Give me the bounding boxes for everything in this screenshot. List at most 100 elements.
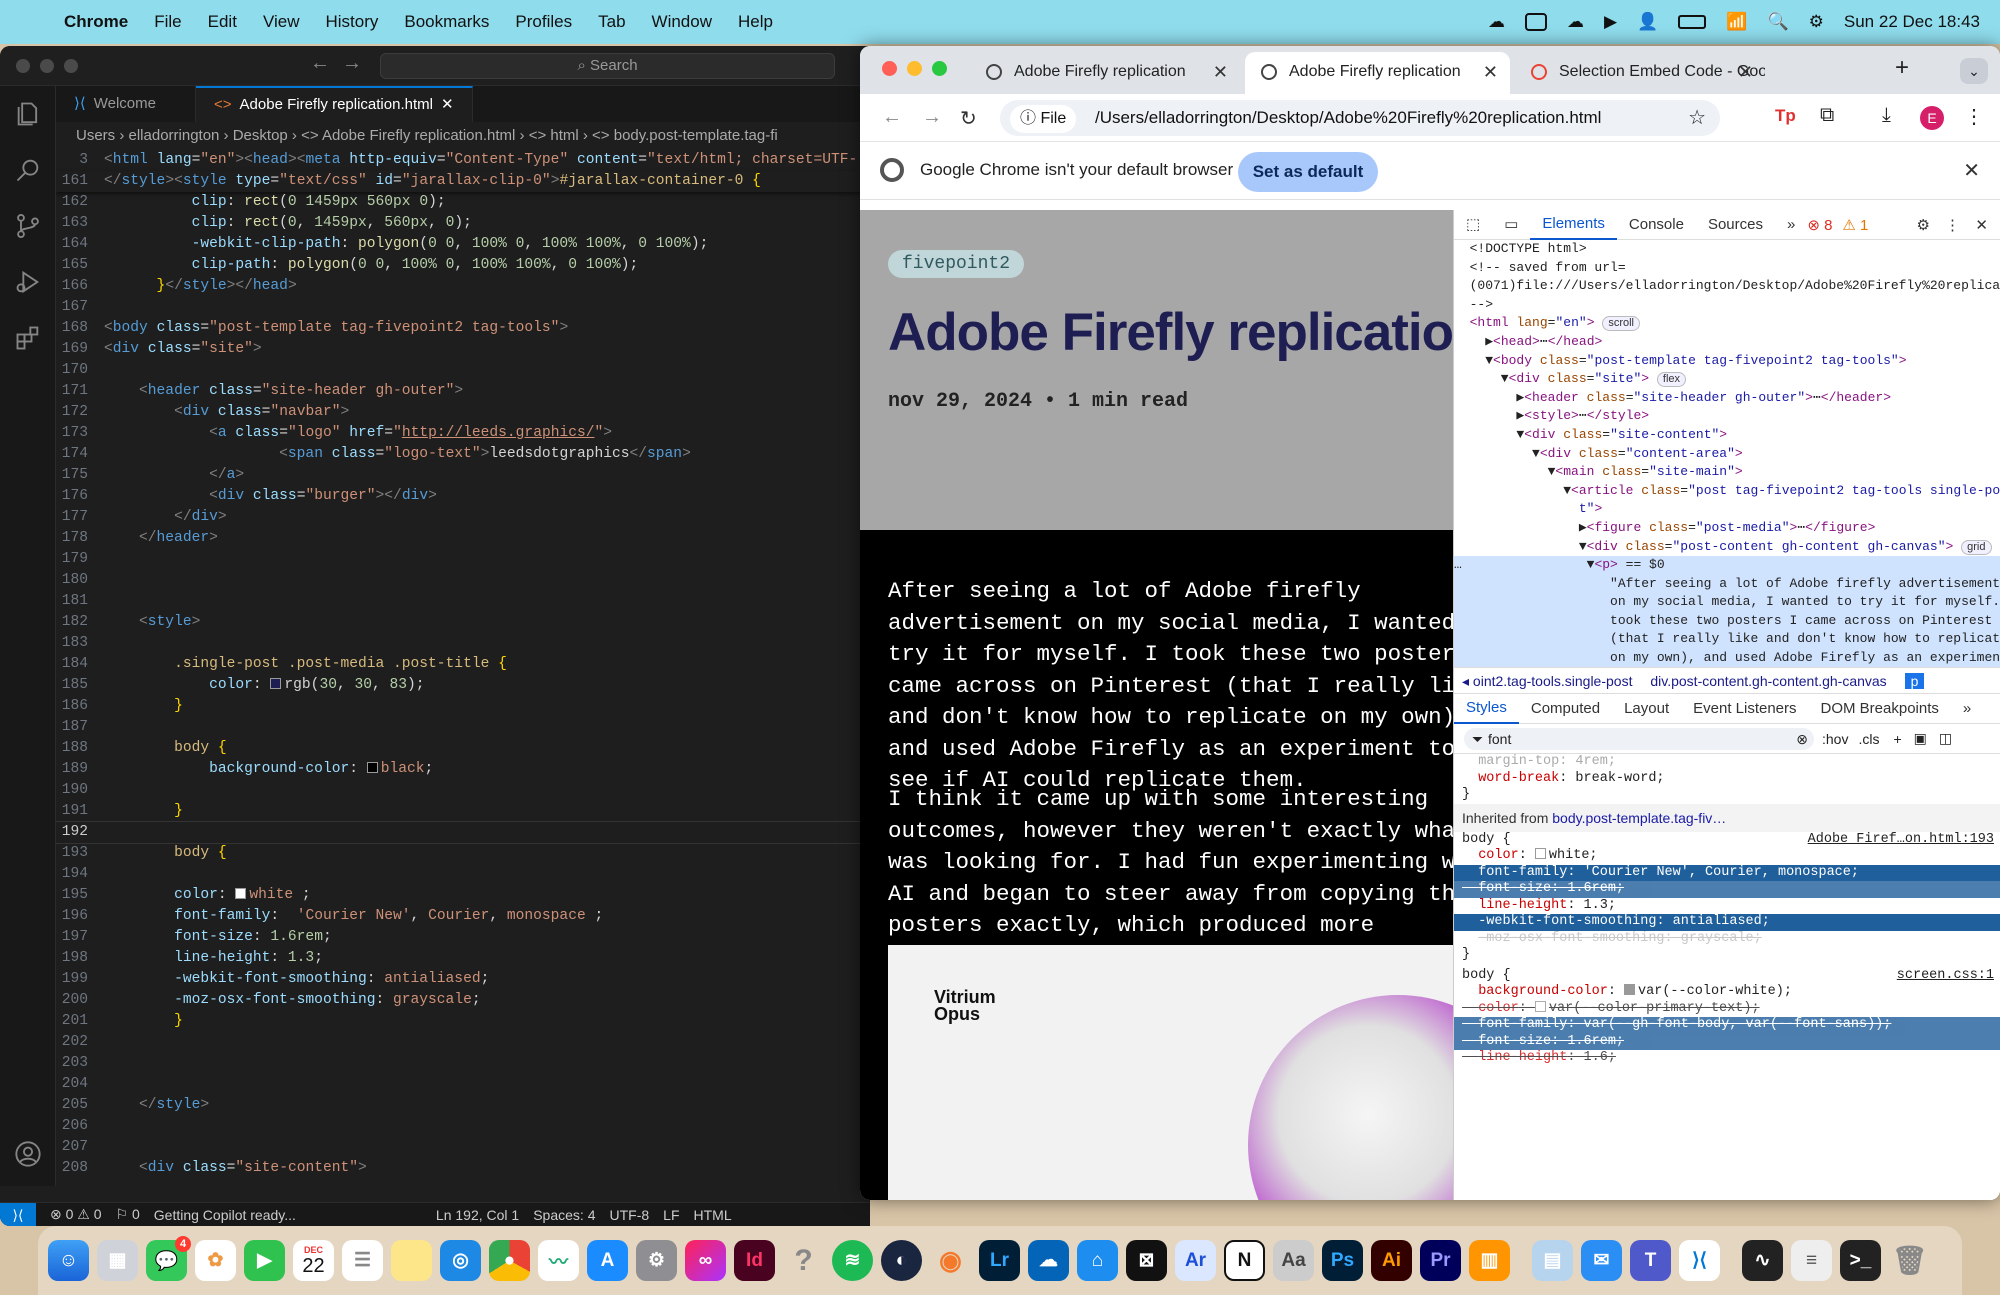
illustrator-icon[interactable]: Ai <box>1371 1240 1412 1281</box>
arc-icon[interactable]: Ar <box>1175 1240 1216 1281</box>
menu-profiles[interactable]: Profiles <box>515 12 572 32</box>
inspect-element-icon[interactable]: ⬚ <box>1454 211 1492 239</box>
help-icon[interactable]: ? <box>783 1240 824 1281</box>
rule-source-link[interactable]: Adobe Firef…on.html:193 <box>1808 832 1994 849</box>
warning-count-badge[interactable]: ⚠ 1 <box>1842 216 1868 234</box>
tab-search-button[interactable]: ⌄ <box>1960 58 1988 84</box>
forward-button[interactable]: → <box>922 106 942 129</box>
tab-event-listeners[interactable]: Event Listeners <box>1681 695 1808 723</box>
facetime-icon[interactable]: ▶ <box>244 1240 285 1281</box>
bookmark-star-icon[interactable]: ☆ <box>1688 100 1706 136</box>
finder-icon[interactable]: ☺ <box>48 1240 89 1281</box>
menu-file[interactable]: File <box>154 12 181 32</box>
clear-filter-icon[interactable]: ⊗ <box>1796 728 1808 750</box>
computed-toggle-icon[interactable]: ▣ <box>1914 730 1927 747</box>
site-info-chip[interactable]: ⓘ File <box>1010 105 1077 133</box>
clock[interactable]: Sun 22 Dec 18:43 <box>1844 12 1980 32</box>
tab-adobe-firefly-1[interactable]: Adobe Firefly replication ✕ <box>970 52 1240 94</box>
encoding[interactable]: UTF-8 <box>609 1207 649 1223</box>
new-rule-icon[interactable]: + <box>1893 731 1901 747</box>
menu-kebab-icon[interactable]: ⋮ <box>1964 104 1984 129</box>
wifi-icon[interactable]: 📶 <box>1726 12 1747 32</box>
teams-icon[interactable]: T <box>1630 1240 1671 1281</box>
notes-icon[interactable] <box>391 1240 432 1281</box>
launchpad-icon[interactable]: ▦ <box>97 1240 138 1281</box>
cinema4d-icon[interactable]: ◐ <box>881 1240 922 1281</box>
crumb-article[interactable]: oint2.tag-tools.single-post <box>1473 673 1633 689</box>
crumb-scroll-left[interactable]: ◂ <box>1462 673 1473 689</box>
lightroom-icon[interactable]: Lr <box>979 1240 1020 1281</box>
menu-chrome[interactable]: Chrome <box>64 12 128 32</box>
vscode-icon[interactable]: ⟩⟨ <box>1679 1240 1720 1281</box>
capcut-icon[interactable]: ⊠ <box>1126 1240 1167 1281</box>
extensions-puzzle-icon[interactable]: ⧉ <box>1820 104 1834 127</box>
tab-styles[interactable]: Styles <box>1454 694 1519 724</box>
more-tabs-icon[interactable]: » <box>1775 211 1807 239</box>
indesign-icon[interactable]: Id <box>734 1240 775 1281</box>
hov-toggle[interactable]: :hov <box>1822 731 1848 747</box>
search-icon[interactable] <box>0 142 56 198</box>
minimize-window-button[interactable] <box>40 59 54 73</box>
cloud-sync-icon[interactable]: ☁ <box>1567 12 1584 32</box>
control-center-icon[interactable]: ⚙ <box>1809 12 1824 32</box>
problems-indicator[interactable]: ⊗ 0 ⚠ 0 <box>50 1206 102 1223</box>
menu-history[interactable]: History <box>325 12 378 32</box>
textedit-icon[interactable]: ≡ <box>1791 1240 1832 1281</box>
system-settings-icon[interactable]: ⚙ <box>636 1240 677 1281</box>
more-subtabs-icon[interactable]: » <box>1951 695 1983 723</box>
trash-icon[interactable]: 🗑 <box>1889 1240 1930 1281</box>
extensions-icon[interactable] <box>0 310 56 366</box>
close-tab-icon[interactable]: ✕ <box>1483 52 1498 92</box>
crumb-p[interactable]: p <box>1904 673 1925 689</box>
sidebar-toggle-icon[interactable]: ◫ <box>1939 730 1952 747</box>
tab-layout[interactable]: Layout <box>1612 695 1681 723</box>
blender-icon[interactable]: ◉ <box>930 1240 971 1281</box>
font-book-icon[interactable]: Aa <box>1273 1240 1314 1281</box>
close-devtools-icon[interactable]: ✕ <box>1975 216 1988 234</box>
freeform-icon[interactable]: 〰 <box>538 1240 579 1281</box>
explorer-icon[interactable] <box>0 86 56 142</box>
zoom-window-button[interactable] <box>932 61 947 76</box>
cls-toggle[interactable]: .cls <box>1858 731 1879 747</box>
styles-pane[interactable]: margin-top: 4rem; word-break: break-word… <box>1454 754 2000 1067</box>
reload-button[interactable]: ↻ <box>960 106 977 131</box>
user-icon[interactable]: 👤 <box>1637 12 1658 32</box>
tab-selection-embed-code[interactable]: Selection Embed Code - Goo ✕ <box>1515 52 1765 94</box>
rule-source-link[interactable]: screen.css:1 <box>1897 968 1994 985</box>
new-tab-button[interactable]: + <box>1895 54 1909 82</box>
preview-icon[interactable]: ▤ <box>1532 1240 1573 1281</box>
command-center-search[interactable]: ⌕ Search <box>380 53 835 79</box>
accounts-icon[interactable] <box>0 1126 56 1182</box>
safari-icon[interactable]: ◎ <box>440 1240 481 1281</box>
menu-window[interactable]: Window <box>652 12 712 32</box>
run-debug-icon[interactable] <box>0 254 56 310</box>
back-button[interactable]: ← <box>882 106 902 129</box>
close-window-button[interactable] <box>16 59 30 73</box>
remote-icon[interactable]: ⟩⟨ <box>0 1202 36 1226</box>
language-mode[interactable]: HTML <box>694 1207 732 1223</box>
search-icon[interactable]: 🔍 <box>1767 12 1788 32</box>
source-control-icon[interactable] <box>0 198 56 254</box>
messages-icon[interactable]: 💬 4 <box>146 1236 191 1281</box>
terminal-icon[interactable]: >_ <box>1840 1240 1881 1281</box>
close-tab-icon[interactable]: ✕ <box>1213 52 1228 92</box>
post-tag[interactable]: fivepoint2 <box>888 250 1025 278</box>
photos-icon[interactable]: ✿ <box>195 1240 236 1281</box>
set-as-default-button[interactable]: Set as default <box>1238 152 1378 192</box>
error-count-badge[interactable]: ⊗ 8 <box>1807 216 1832 234</box>
menu-view[interactable]: View <box>263 12 300 32</box>
keynote-icon[interactable]: ⌂ <box>1077 1240 1118 1281</box>
battery-icon[interactable] <box>1678 15 1707 29</box>
menu-tab[interactable]: Tab <box>598 12 625 32</box>
creative-cloud-menu-icon[interactable]: ☁︎ <box>1488 12 1505 32</box>
forward-arrow-icon[interactable]: → <box>342 52 374 74</box>
styles-filter-input[interactable]: ⏷ font ⊗ <box>1464 727 1814 750</box>
calendar-icon[interactable]: DEC 22 <box>293 1240 334 1281</box>
close-tab-icon[interactable]: ✕ <box>441 87 454 123</box>
tab-adobe-firefly-2[interactable]: Adobe Firefly replication ✕ <box>1245 52 1510 94</box>
chrome-icon[interactable]: ● <box>489 1240 530 1281</box>
spotify-icon[interactable]: ≋ <box>832 1240 873 1281</box>
app-store-icon[interactable]: A <box>587 1240 628 1281</box>
indentation[interactable]: Spaces: 4 <box>533 1207 595 1223</box>
notion-menu-icon[interactable] <box>1525 13 1548 31</box>
